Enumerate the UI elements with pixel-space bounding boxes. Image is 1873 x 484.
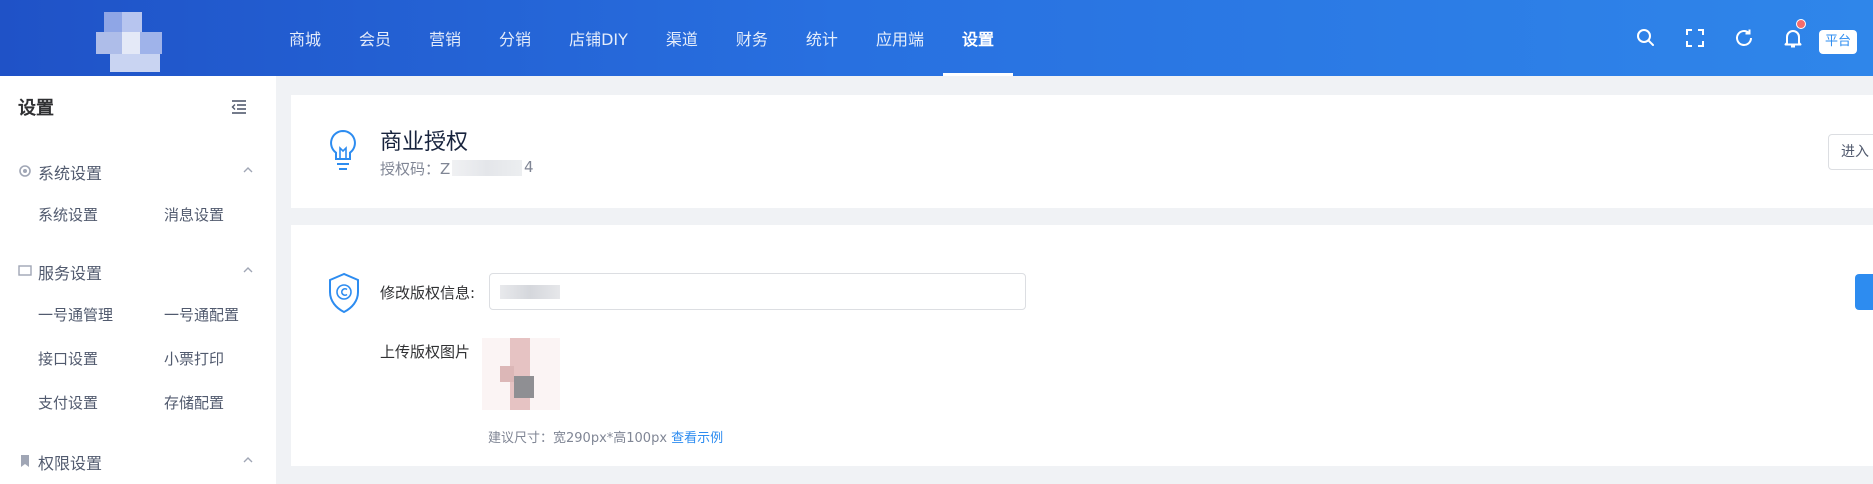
bell-icon[interactable] [1781, 26, 1805, 50]
sidebar: 设置 系统设置 系统设置 消息设置 服务设置 一号通管理 一号通配置 接口设置 … [0, 76, 276, 484]
bookmark-icon [21, 455, 29, 467]
main-nav: 商城 会员 营销 分销 店铺DIY 渠道 财务 统计 应用端 设置 [270, 0, 1013, 76]
nav-item-finance[interactable]: 财务 [717, 0, 787, 76]
copyright-info-label: 修改版权信息: [380, 284, 476, 302]
license-code-masked [452, 160, 522, 176]
chevron-up-icon [243, 167, 253, 173]
sidebar-item-yihaotong-config[interactable]: 一号通配置 [164, 304, 239, 325]
license-title: 商业授权 [380, 130, 469, 155]
nav-item-app[interactable]: 应用端 [857, 0, 943, 76]
gear-icon [19, 165, 31, 177]
sidebar-item-system-settings[interactable]: 系统设置 [38, 204, 98, 225]
nav-item-store-diy[interactable]: 店铺DIY [550, 0, 647, 76]
license-code-label: 授权码：Z [380, 160, 451, 178]
copyright-info-input[interactable] [489, 273, 1026, 310]
upload-image-label: 上传版权图片 [380, 343, 471, 361]
sidebar-group-service[interactable]: 服务设置 [0, 254, 276, 286]
copyright-image-upload[interactable] [478, 338, 560, 410]
copyright-shield-icon [329, 272, 359, 314]
sidebar-group-label: 系统设置 [38, 164, 103, 183]
masked-value [500, 285, 560, 299]
nav-item-distribution[interactable]: 分销 [480, 0, 550, 76]
search-icon[interactable] [1634, 26, 1658, 50]
nav-item-settings[interactable]: 设置 [942, 0, 1013, 76]
submit-button[interactable] [1855, 274, 1873, 310]
size-hint: 建议尺寸：宽290px*高100px 查看示例 [488, 427, 723, 446]
sidebar-item-yihaotong-manage[interactable]: 一号通管理 [38, 304, 113, 325]
notification-dot [1796, 19, 1806, 29]
sidebar-item-payment-settings[interactable]: 支付设置 [38, 392, 98, 413]
platform-button[interactable]: 平台 [1819, 30, 1858, 54]
nav-item-member[interactable]: 会员 [340, 0, 410, 76]
sidebar-item-storage-config[interactable]: 存储配置 [164, 392, 224, 413]
nav-item-channel[interactable]: 渠道 [647, 0, 717, 76]
monitor-icon [18, 265, 32, 276]
chevron-up-icon [243, 267, 253, 273]
nav-item-statistics[interactable]: 统计 [787, 0, 857, 76]
enter-button[interactable]: 进入 [1828, 134, 1873, 170]
sidebar-item-receipt-print[interactable]: 小票打印 [164, 348, 224, 369]
top-header: 商城 会员 营销 分销 店铺DIY 渠道 财务 统计 应用端 设置 [0, 0, 1873, 76]
nav-item-marketing[interactable]: 营销 [410, 0, 480, 76]
sidebar-group-label: 权限设置 [38, 454, 103, 473]
sidebar-group-permission[interactable]: 权限设置 [0, 444, 276, 476]
chevron-up-icon [243, 457, 253, 463]
sidebar-group-label: 服务设置 [38, 264, 103, 283]
refresh-icon[interactable] [1732, 26, 1756, 50]
fullscreen-icon[interactable] [1683, 26, 1707, 50]
logo[interactable] [96, 12, 172, 76]
sidebar-group-system[interactable]: 系统设置 [0, 154, 276, 186]
collapse-menu-icon[interactable] [228, 96, 250, 118]
view-example-link[interactable]: 查看示例 [671, 431, 723, 446]
license-card [291, 95, 1873, 208]
sidebar-item-message-settings[interactable]: 消息设置 [164, 204, 224, 225]
sidebar-item-api-settings[interactable]: 接口设置 [38, 348, 98, 369]
nav-item-mall[interactable]: 商城 [270, 0, 340, 76]
size-hint-text: 建议尺寸：宽290px*高100px [488, 431, 668, 446]
sidebar-title: 设置 [18, 98, 54, 119]
lightbulb-icon [330, 129, 356, 170]
license-code-tail: 4 [524, 158, 534, 176]
